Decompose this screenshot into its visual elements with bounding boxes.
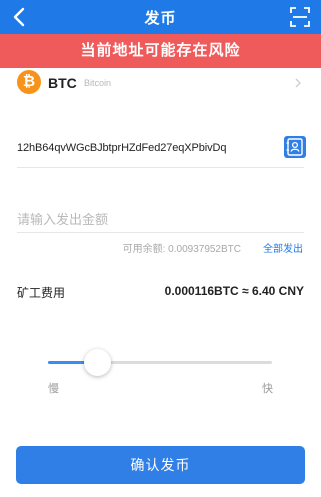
- confirm-send-button[interactable]: 确认发币: [16, 446, 305, 484]
- top-nav-bar: 发币: [0, 0, 321, 34]
- chevron-right-icon: [295, 78, 301, 88]
- amount-divider: [17, 232, 304, 233]
- fee-speed-slider[interactable]: [48, 361, 272, 364]
- available-balance: 可用余额: 0.00937952BTC: [122, 244, 241, 255]
- scan-icon[interactable]: [289, 6, 311, 28]
- risk-warning-banner: 当前地址可能存在风险: [0, 34, 321, 68]
- fast-label: 快: [262, 383, 273, 395]
- fee-value: 0.000116BTC ≈ 6.40 CNY: [164, 284, 304, 298]
- address-divider: [17, 167, 304, 168]
- bitcoin-icon: ₿: [17, 70, 41, 94]
- coin-symbol: BTC: [48, 75, 77, 91]
- send-all-link[interactable]: 全部发出: [263, 240, 303, 255]
- amount-input[interactable]: 请输入发出金额: [17, 209, 108, 228]
- page-title: 发币: [144, 10, 177, 27]
- address-book-button[interactable]: [284, 136, 306, 158]
- slow-label: 慢: [48, 383, 59, 395]
- fee-label: 矿工费用: [17, 286, 66, 300]
- address-book-icon: [286, 138, 303, 156]
- recipient-address[interactable]: 12hB64qvWGcBJbtprHZdFed27eqXPbivDq: [17, 142, 226, 154]
- address-field[interactable]: 12hB64qvWGcBJbtprHZdFed27eqXPbivDq: [0, 132, 321, 166]
- coin-selector[interactable]: ₿ BTC Bitcoin: [0, 68, 321, 106]
- coin-name: Bitcoin: [84, 78, 112, 88]
- slider-thumb[interactable]: [83, 349, 111, 376]
